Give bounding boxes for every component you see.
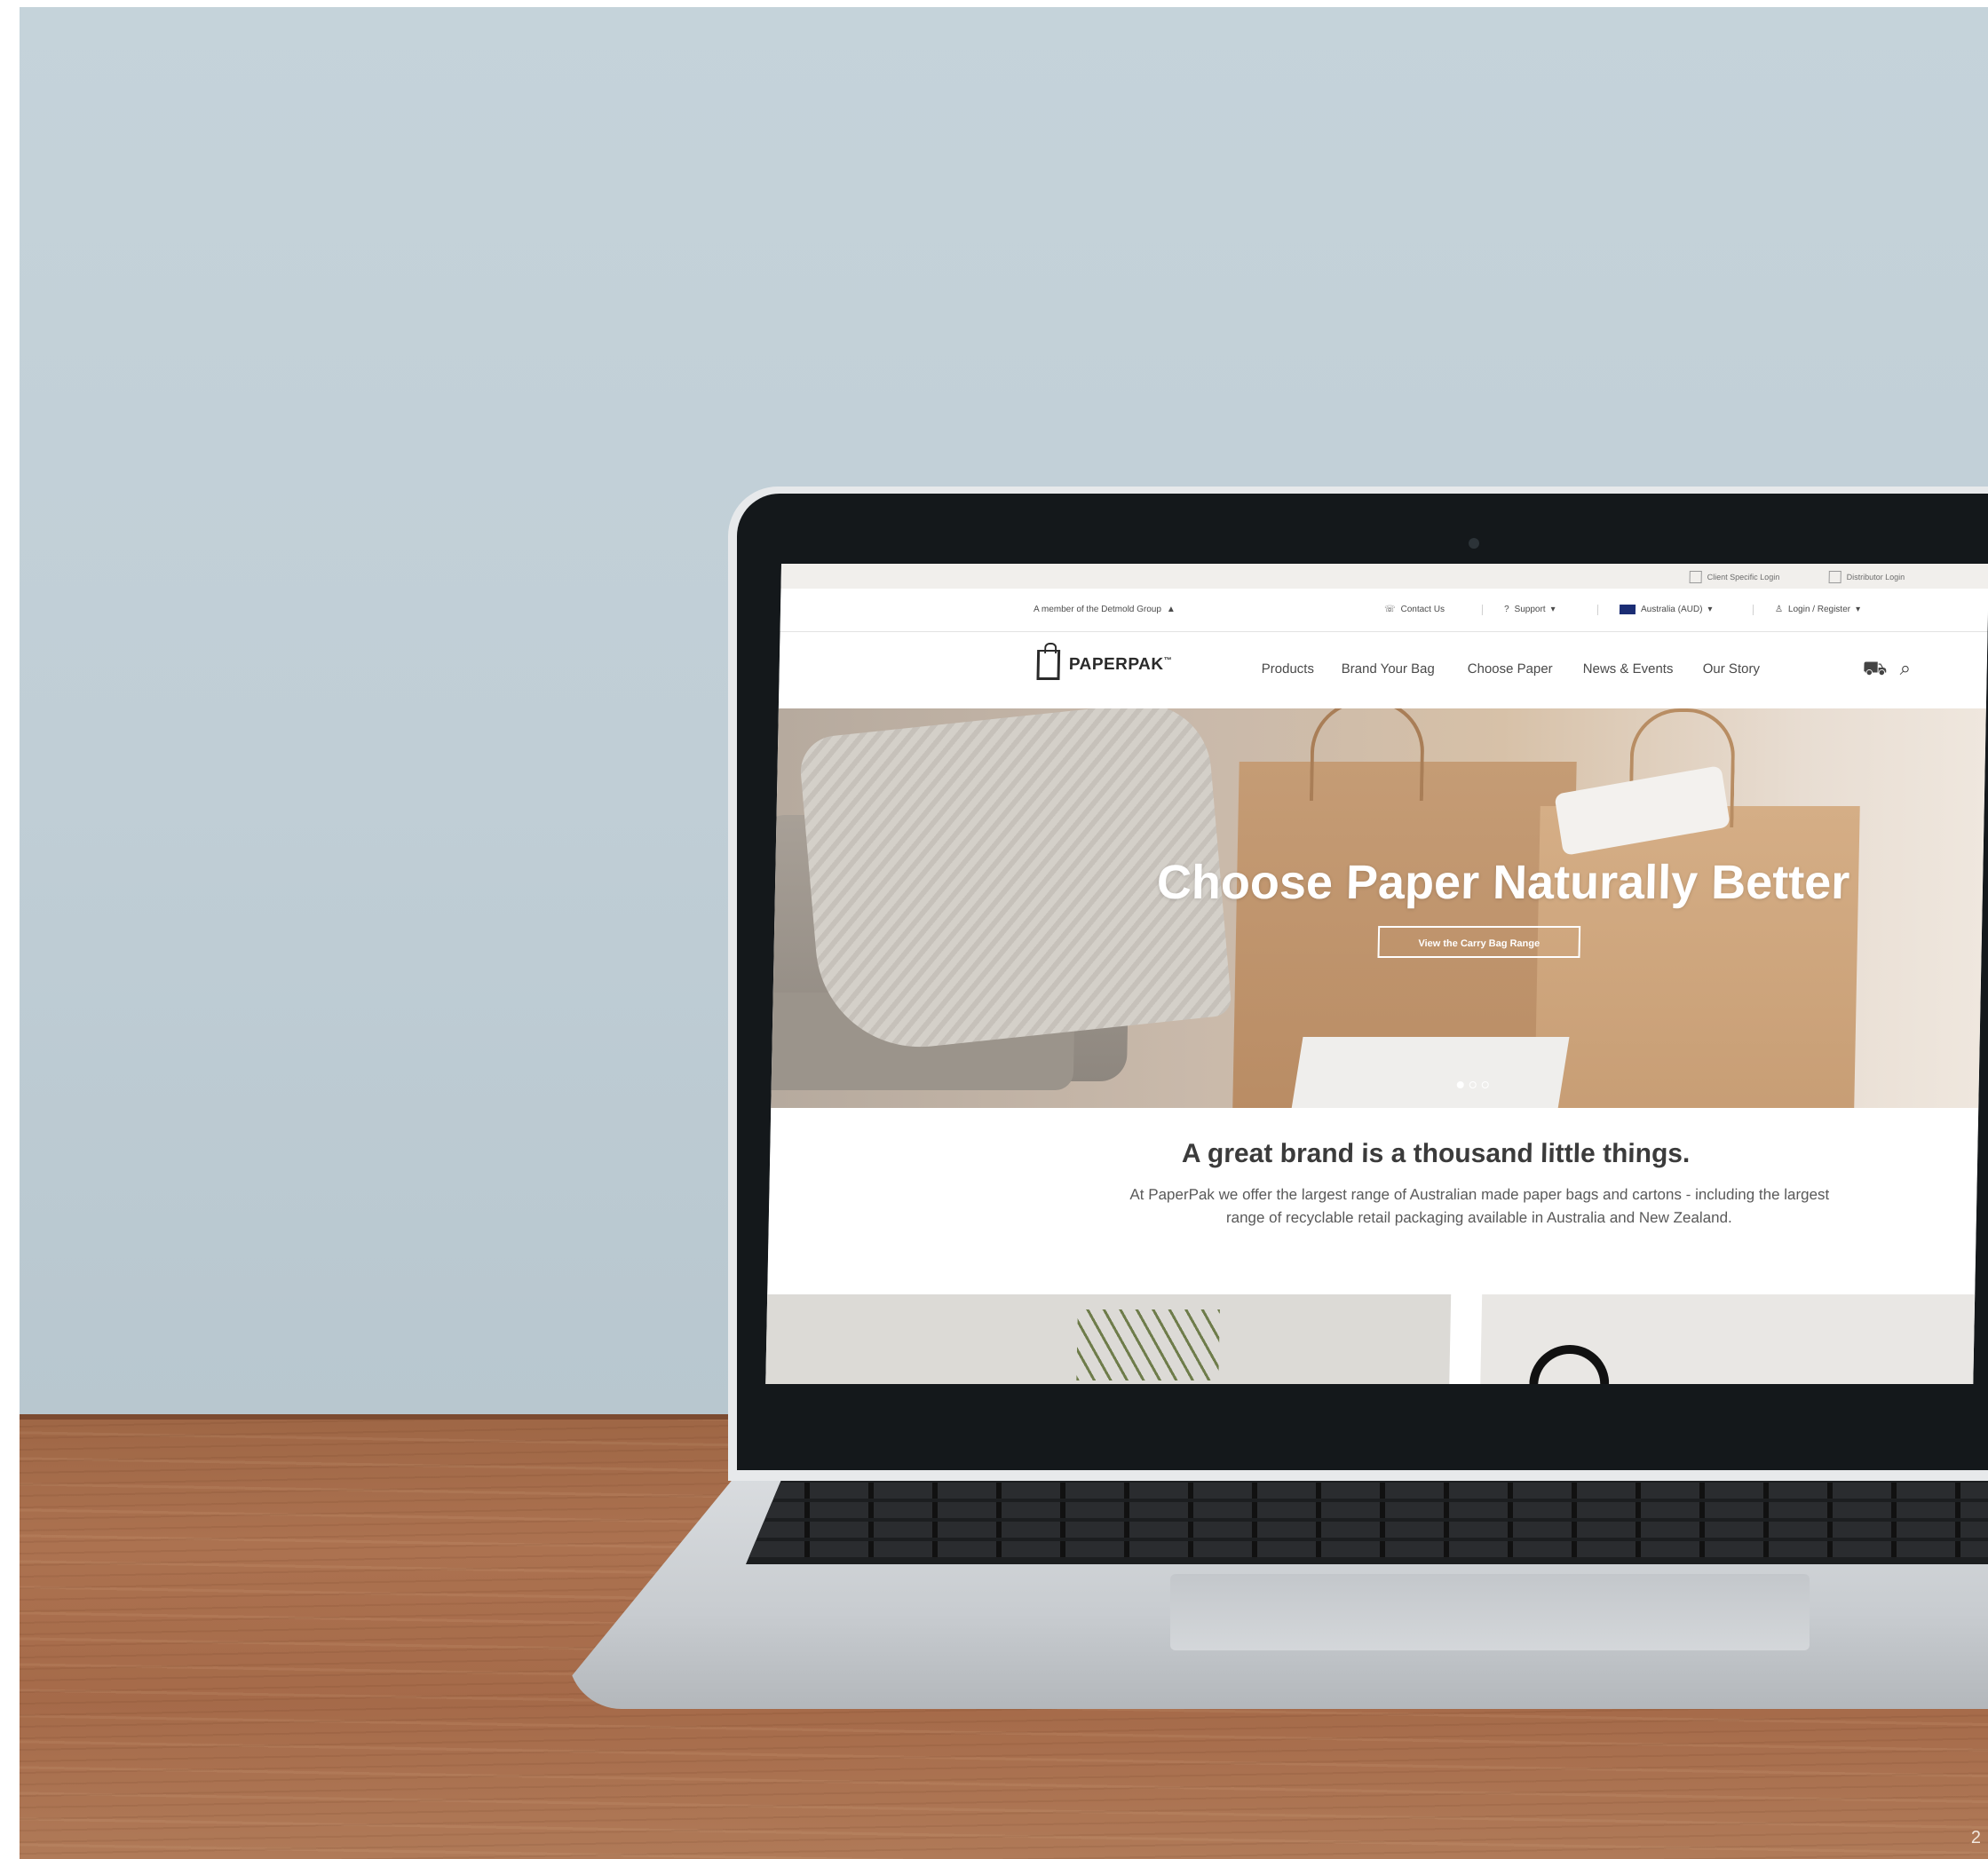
white-box-image xyxy=(1287,1037,1570,1108)
divider xyxy=(1596,605,1599,615)
nav-item-products[interactable]: Products xyxy=(1262,661,1315,676)
bag-handle-image xyxy=(1309,708,1426,801)
chevron-down-icon: ▾ xyxy=(1707,605,1713,614)
intro-section: A great brand is a thousand little thing… xyxy=(767,1108,1979,1294)
main-nav: PAPERPAK™ Products Brand Your Bag Choose… xyxy=(778,632,1988,708)
login-icon xyxy=(1689,571,1702,583)
website-screen: Client Specific Login Distributor Login … xyxy=(765,564,1988,1384)
carousel-dot[interactable] xyxy=(1469,1081,1477,1088)
page-number: 2 xyxy=(1970,1828,1981,1847)
chevron-up-icon: ▲ xyxy=(1166,605,1176,614)
paperpak-logo[interactable]: PAPERPAK™ xyxy=(1036,650,1172,680)
support-dropdown[interactable]: ? Support ▾ xyxy=(1504,605,1556,614)
chevron-down-icon: ▾ xyxy=(1855,605,1861,614)
client-login-link[interactable]: Client Specific Login xyxy=(1689,571,1780,583)
distributor-login-link[interactable]: Distributor Login xyxy=(1828,571,1905,583)
view-carry-bag-range-button[interactable]: View the Carry Bag Range xyxy=(1377,926,1581,958)
contact-link[interactable]: ☏ Contact Us xyxy=(1384,605,1445,614)
login-strip: Client Specific Login Distributor Login xyxy=(780,564,1988,589)
login-icon xyxy=(1828,571,1841,583)
user-icon: ♙ xyxy=(1774,605,1784,614)
search-icon[interactable]: ⌕ xyxy=(1899,657,1922,680)
chevron-down-icon: ▾ xyxy=(1550,605,1556,614)
nav-item-news-events[interactable]: News & Events xyxy=(1583,661,1674,676)
laptop-keyboard xyxy=(746,1475,1988,1564)
intro-body: At PaperPak we offer the largest range o… xyxy=(1129,1186,1830,1226)
nav-item-our-story[interactable]: Our Story xyxy=(1703,661,1761,676)
carousel-dot[interactable] xyxy=(1481,1081,1489,1088)
plant-image xyxy=(1076,1309,1220,1380)
carousel-dot[interactable] xyxy=(1456,1081,1464,1088)
webcam-icon xyxy=(1469,538,1479,549)
region-dropdown[interactable]: Australia (AUD) ▾ xyxy=(1619,605,1713,614)
utility-bar: A member of the Detmold Group ▲ ☏ Contac… xyxy=(780,589,1988,632)
nav-item-choose-paper[interactable]: Choose Paper xyxy=(1468,661,1553,676)
intro-title: A great brand is a thousand little thing… xyxy=(1181,1139,1691,1168)
hero-banner: Choose Paper Naturally Better View the C… xyxy=(771,708,1986,1108)
member-dropdown[interactable]: A member of the Detmold Group ▲ xyxy=(1034,605,1176,614)
laptop-trackpad xyxy=(1170,1574,1810,1650)
divider xyxy=(1481,605,1484,615)
carousel-dots xyxy=(1456,1081,1489,1088)
hero-title: Choose Paper Naturally Better xyxy=(1156,856,1850,909)
bag-logo-icon xyxy=(1036,650,1061,680)
phone-icon: ☏ xyxy=(1383,605,1396,614)
flag-icon xyxy=(1619,605,1636,614)
nav-item-brand-your-bag[interactable]: Brand Your Bag xyxy=(1342,661,1435,676)
help-icon: ? xyxy=(1503,605,1509,614)
login-dropdown[interactable]: ♙ Login / Register ▾ xyxy=(1775,605,1860,614)
cart-icon[interactable]: ⛟ xyxy=(1862,657,1888,680)
divider xyxy=(1752,605,1754,615)
